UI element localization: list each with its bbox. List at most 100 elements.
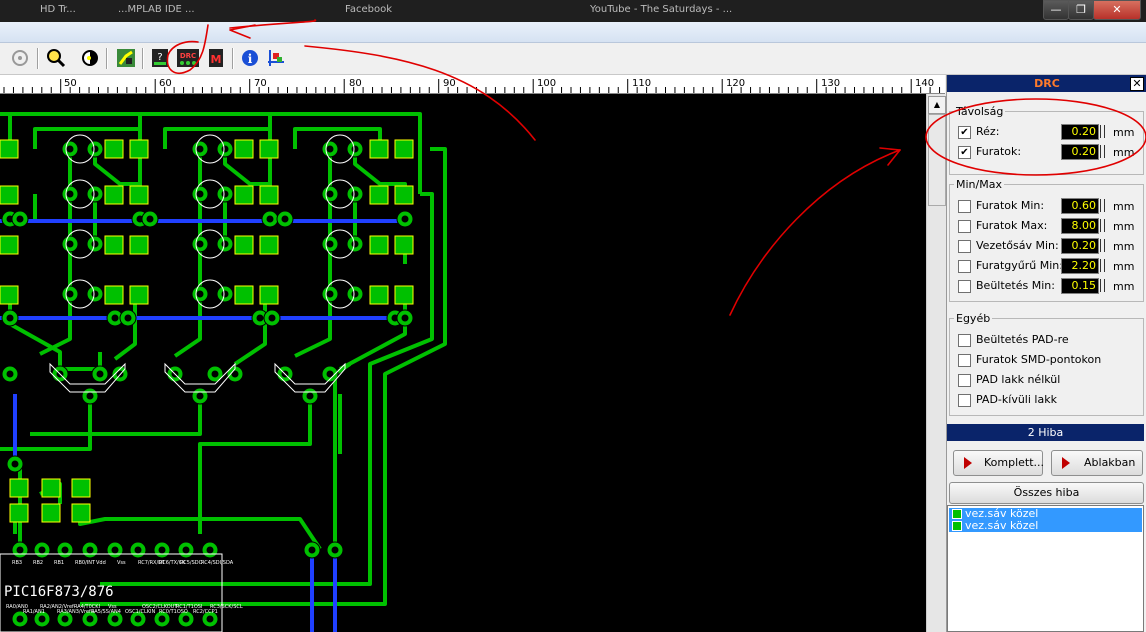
error-text: vez.sáv közel [965, 519, 1039, 532]
unit-label: mm [1113, 146, 1135, 159]
min-hole-checkbox[interactable] [958, 200, 971, 213]
pin-label: Vdd [96, 560, 106, 566]
autoroute-icon[interactable] [116, 48, 136, 68]
toolbar: ? DRC M i [0, 43, 1146, 75]
pad-hole [182, 546, 190, 554]
spin-icon[interactable] [1100, 239, 1105, 252]
help-check-icon[interactable]: ? [150, 48, 170, 68]
complete-button[interactable]: Komplett... [953, 450, 1044, 476]
spin-icon[interactable] [1100, 199, 1105, 212]
pad-hole [401, 215, 409, 223]
hole-clearance-input[interactable]: 0.20 [1061, 144, 1099, 160]
copper-clearance-input[interactable]: 0.20 [1061, 124, 1099, 140]
min-track-row: Vezetősáv Min: 0.20 mm [955, 238, 1145, 254]
pad-hole [91, 190, 99, 198]
measure-icon[interactable] [266, 48, 286, 68]
unit-label: mm [1113, 126, 1135, 139]
all-errors-button[interactable]: Összes hiba [949, 482, 1144, 504]
contrast-icon[interactable] [80, 48, 100, 68]
copper-track [339, 294, 407, 371]
unit-label: mm [1113, 260, 1135, 273]
pin-label: RB1 [54, 560, 64, 566]
list-item[interactable]: vez.sáv közel [949, 520, 1142, 532]
scroll-up-button[interactable]: ▲ [928, 96, 946, 114]
in-window-button[interactable]: Ablakban [1051, 450, 1143, 476]
min-annular-ring-checkbox[interactable] [958, 260, 971, 273]
browser-tab[interactable]: HD Tr... [40, 4, 100, 18]
pad-hole [351, 190, 359, 198]
smd-pad [129, 139, 149, 159]
browser-tab[interactable]: ...MPLAB IDE ... [118, 4, 288, 18]
smd-pad [0, 185, 19, 205]
vertical-scrollbar[interactable]: ▲ [926, 94, 946, 632]
close-window-button[interactable]: ✕ [1093, 0, 1141, 20]
pad-hole [16, 615, 24, 623]
pad-hole [111, 615, 119, 623]
pin-label: RB2 [33, 560, 43, 566]
smd-pad [104, 185, 124, 205]
ruler-label: 130 [821, 78, 841, 89]
zoom-icon[interactable] [46, 48, 66, 68]
holes-on-smd-checkbox[interactable] [958, 354, 971, 367]
spin-icon[interactable] [1100, 125, 1105, 138]
smd-pad [394, 139, 414, 159]
max-hole-checkbox[interactable] [958, 220, 971, 233]
copper-clearance-checkbox[interactable]: ✔ [958, 126, 971, 139]
min-annular-ring-input[interactable]: 2.20 [1061, 258, 1099, 274]
browser-tab[interactable]: YouTube - The Saturdays - ... [590, 4, 790, 18]
maximize-button[interactable]: ❐ [1068, 0, 1094, 20]
pad-hole [111, 546, 119, 554]
drc-icon[interactable]: DRC [176, 48, 200, 68]
mask-outside-pad-checkbox[interactable] [958, 394, 971, 407]
info-icon[interactable]: i [240, 48, 260, 68]
smd-pad [369, 139, 389, 159]
scroll-thumb[interactable] [928, 114, 946, 206]
copper-track [173, 294, 202, 358]
smd-pad [394, 285, 414, 305]
minimize-button[interactable]: — [1043, 0, 1069, 20]
placement-on-pad-checkbox[interactable] [958, 334, 971, 347]
min-track-input[interactable]: 0.20 [1061, 238, 1099, 254]
min-placement-input[interactable]: 0.15 [1061, 278, 1099, 294]
svg-text:DRC: DRC [180, 52, 196, 60]
smd-pad [369, 235, 389, 255]
pin-label: Vss [108, 604, 117, 610]
copper-clearance-row: ✔ Réz: 0.20 mm [955, 124, 1145, 140]
ruler-label: 70 [254, 78, 267, 89]
pad-hole [326, 370, 334, 378]
ruler-label: 60 [159, 78, 172, 89]
hole-clearance-checkbox[interactable]: ✔ [958, 146, 971, 159]
pad-hole [6, 370, 14, 378]
pad-hole [91, 145, 99, 153]
group-legend: Min/Max [956, 178, 1002, 191]
pad-without-mask-checkbox[interactable] [958, 374, 971, 387]
pad-hole [182, 615, 190, 623]
pad-hole [86, 392, 94, 400]
mask-icon[interactable]: M [206, 48, 226, 68]
error-marker-icon [952, 521, 962, 531]
max-hole-input[interactable]: 8.00 [1061, 218, 1099, 234]
smd-pad [0, 285, 19, 305]
pad-hole [134, 546, 142, 554]
min-track-checkbox[interactable] [958, 240, 971, 253]
spin-icon[interactable] [1100, 279, 1105, 292]
unit-label: mm [1113, 240, 1135, 253]
pcb-drawing[interactable]: PIC16F873/876 RB3 RB2 RB1 RB0/INT Vdd Vss RC7/… [0, 94, 926, 632]
spin-icon[interactable] [1100, 219, 1105, 232]
pcb-canvas[interactable]: PIC16F873/876 RB3 RB2 RB1 RB0/INT Vdd Vss RC7/… [0, 94, 926, 632]
browser-tab[interactable]: Facebook [345, 4, 445, 18]
pad-hole [401, 314, 409, 322]
min-placement-checkbox[interactable] [958, 280, 971, 293]
error-marker-icon [952, 509, 962, 519]
close-icon[interactable]: ✕ [1130, 77, 1144, 91]
min-hole-input[interactable]: 0.60 [1061, 198, 1099, 214]
spin-icon[interactable] [1100, 259, 1105, 272]
ruler-label: 50 [64, 78, 77, 89]
option-row: Furatok SMD-pontokon [955, 352, 1145, 368]
spin-icon[interactable] [1100, 145, 1105, 158]
pad-hole [196, 145, 204, 153]
copper-track [294, 294, 332, 358]
error-list[interactable]: vez.sáv közel vez.sáv közel [947, 505, 1144, 632]
smd-pad [104, 285, 124, 305]
grid-icon[interactable] [10, 48, 30, 68]
